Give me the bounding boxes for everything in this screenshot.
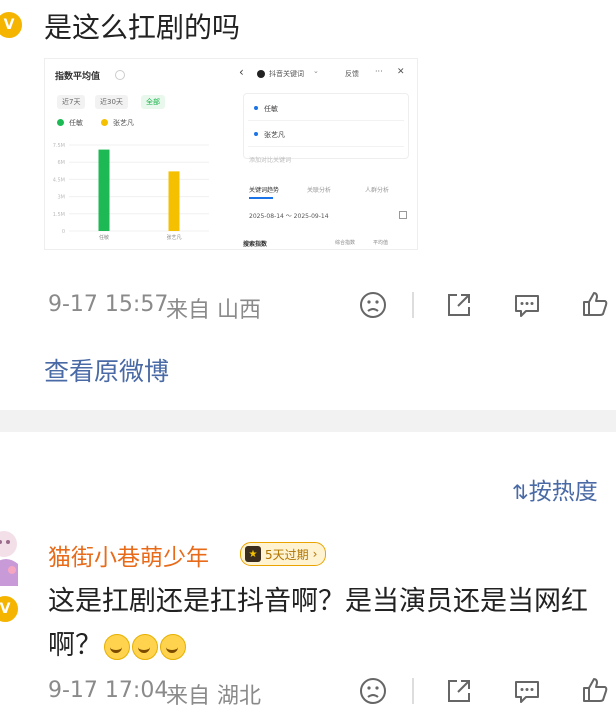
sort-by-hot-button[interactable]: ⇅按热度 <box>512 472 598 506</box>
date-range: 2025-08-14 ～ 2025-09-14 <box>249 213 329 220</box>
tab-keyword-trend: 关键词趋势 <box>249 187 280 194</box>
y-tick-label: 4.5M <box>53 177 65 183</box>
comment-text-block: 这是扛剧还是扛抖音啊？是当演员还是当网红啊？ <box>48 580 608 668</box>
comment-username[interactable]: 猫街小巷萌少年 <box>48 538 209 572</box>
comment-location: 来自 湖北 <box>166 684 261 709</box>
sort-label: 按热度 <box>528 479 598 505</box>
legend-dot-1 <box>57 119 64 126</box>
keyword-dot-icon <box>254 106 258 110</box>
range-chip-30d: 近30天 <box>95 95 128 109</box>
calendar-icon <box>399 211 407 219</box>
crown-icon: ★ <box>245 546 261 562</box>
y-tick-label: 0 <box>62 229 65 235</box>
range-chip-all: 全部 <box>141 95 165 109</box>
keyword-item-label: 任敏 <box>264 105 278 113</box>
sad-face-icon[interactable] <box>358 676 388 710</box>
post-time: 9-17 15:57 <box>48 292 169 317</box>
feedback-link: 反馈 <box>345 70 359 78</box>
post-text: 是这么扛剧的吗 <box>44 11 241 44</box>
bar-1 <box>98 149 110 231</box>
comment-time: 9-17 17:04 <box>48 678 169 703</box>
index-average-panel: 指数平均值 近7天 近30天 全部 任敏 张艺凡 7.5M 6M 4.5M 3M 1.5… <box>45 59 223 249</box>
y-tick-label: 6M <box>58 160 66 166</box>
tab-audience: 人群分析 <box>365 187 390 194</box>
comment-icon[interactable] <box>512 676 542 710</box>
keyword-page-title: 抖音关键词 <box>269 70 304 78</box>
panel-title: 指数平均值 <box>55 72 101 82</box>
x-tick-label: 任敏 <box>99 234 109 241</box>
keyword-panel: ‹ 抖音关键词 ⌄ 反馈 ··· ✕ 任敏 张艺凡 添加对比关键词 关键词趋势 … <box>235 59 417 249</box>
chevron-right-icon: › <box>312 547 318 561</box>
close-icon: ✕ <box>397 67 405 77</box>
laugh-cry-emoji-icon <box>104 633 130 660</box>
laugh-cry-emoji-icon <box>132 633 158 660</box>
badge-text: 5天过期 <box>265 547 309 562</box>
like-icon[interactable] <box>580 289 610 323</box>
active-tab-indicator <box>249 197 273 199</box>
dropdown-caret-icon: ⌄ <box>313 67 319 75</box>
keyword-dot-icon <box>254 132 258 136</box>
embedded-screenshot[interactable]: 指数平均值 近7天 近30天 全部 任敏 张艺凡 7.5M 6M 4.5M 3M 1.5… <box>44 58 418 250</box>
view-original-link[interactable]: 查看原微博 <box>44 352 169 388</box>
verified-badge-icon: V <box>0 594 20 624</box>
comment-icon[interactable] <box>512 290 542 324</box>
more-icon: ··· <box>375 67 383 76</box>
y-tick-label: 7.5M <box>53 143 65 149</box>
post-location: 来自 山西 <box>166 298 261 323</box>
range-chip-7d: 近7天 <box>57 95 86 109</box>
share-icon[interactable] <box>444 676 474 710</box>
search-index-label: 搜索指数 <box>243 241 268 248</box>
index-bar-chart: 7.5M 6M 4.5M 3M 1.5M 0 任敏 张艺凡 <box>53 143 209 241</box>
keyword-item-1: 任敏 <box>248 98 404 121</box>
sad-face-icon[interactable] <box>358 290 388 324</box>
laugh-cry-emoji-icon <box>160 633 186 660</box>
x-tick-label: 张艺凡 <box>166 234 181 241</box>
sort-icon: ⇅ <box>512 480 529 504</box>
section-divider <box>0 410 616 432</box>
douyin-logo-icon <box>257 70 265 78</box>
average-label: 平均值 <box>373 240 389 246</box>
y-tick-label: 3M <box>58 195 66 201</box>
legend-label-1: 任敏 <box>69 119 83 127</box>
legend-dot-2 <box>101 119 108 126</box>
legend-label-2: 张艺凡 <box>113 119 134 127</box>
verified-badge-icon: V <box>0 10 24 40</box>
divider <box>412 678 414 704</box>
keyword-item-2: 张艺凡 <box>248 124 404 147</box>
keyword-item-label: 张艺凡 <box>264 131 285 139</box>
info-icon <box>115 70 125 80</box>
tab-related: 关联分析 <box>307 187 332 194</box>
bar-2 <box>168 171 180 231</box>
add-keyword-placeholder: 添加对比关键词 <box>249 157 292 164</box>
avatar[interactable] <box>0 528 22 590</box>
like-icon[interactable] <box>580 675 610 709</box>
share-icon[interactable] <box>444 290 474 324</box>
composite-index-label: 综合指数 <box>335 240 356 246</box>
keyword-list: 任敏 张艺凡 <box>243 93 409 159</box>
member-badge[interactable]: ★ 5天过期 › <box>240 542 327 566</box>
y-tick-label: 1.5M <box>53 212 65 218</box>
back-icon: ‹ <box>239 65 244 79</box>
divider <box>412 292 414 318</box>
